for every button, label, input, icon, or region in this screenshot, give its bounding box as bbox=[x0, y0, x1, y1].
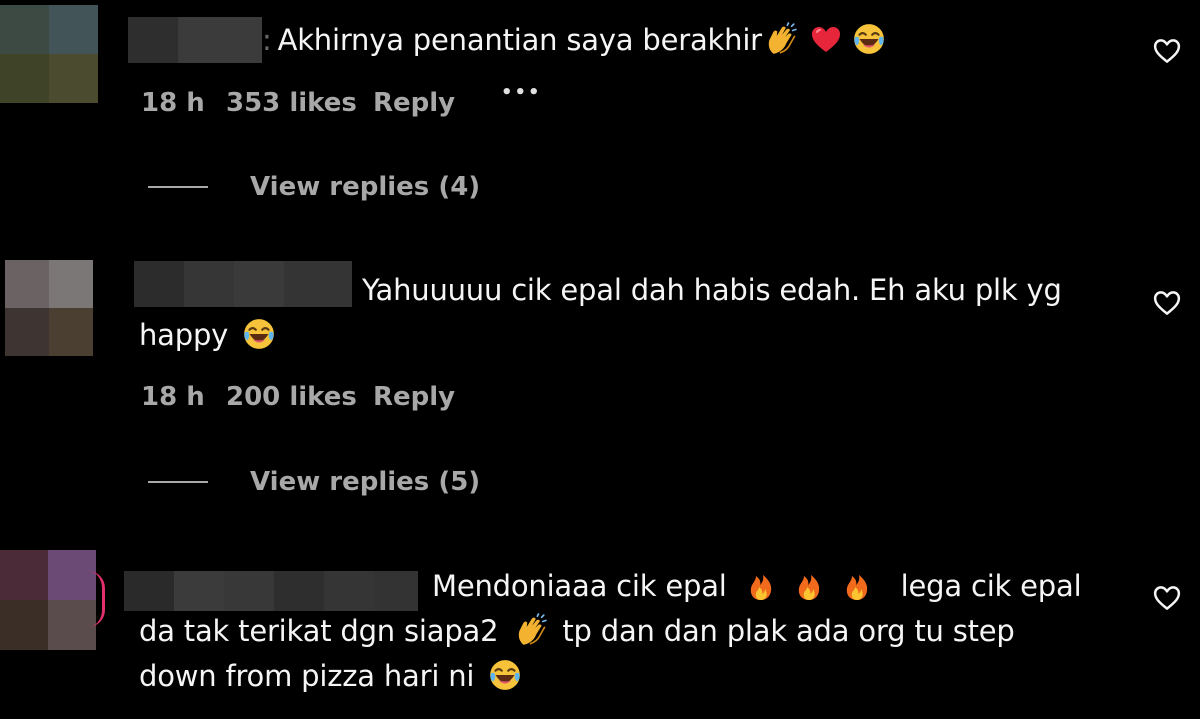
comment-text-line-1: Mendoniaaa cik epal lega cik epal bbox=[432, 569, 1082, 603]
comment-1: : Akhirnya penantian saya berakhir 18 h 3… bbox=[0, 0, 1200, 215]
view-replies-button[interactable]: View replies (4) bbox=[148, 172, 480, 202]
tears-of-joy-emoji-icon bbox=[488, 658, 522, 692]
avatar[interactable] bbox=[0, 550, 96, 650]
clapping-hands-emoji-icon bbox=[764, 22, 798, 56]
red-heart-emoji-icon bbox=[810, 24, 842, 56]
comment-meta: 18 h 353 likes Reply ••• bbox=[141, 82, 561, 118]
comment-3: Mendoniaaa cik epal lega cik epal da tak … bbox=[0, 545, 1200, 719]
comment-text-line-1: Yahuuuuu cik epal dah habis edah. Eh aku… bbox=[362, 273, 1062, 307]
fire-emoji-icon bbox=[841, 570, 873, 602]
clapping-hands-emoji-icon bbox=[514, 613, 548, 647]
fire-emoji-icon bbox=[745, 570, 777, 602]
timestamp: 18 h bbox=[141, 88, 205, 118]
comment-text-line-3: down from pizza hari ni bbox=[139, 654, 528, 699]
story-ring bbox=[88, 571, 105, 627]
comment-meta: 18 h 200 likes Reply bbox=[141, 382, 561, 412]
avatar[interactable] bbox=[5, 260, 93, 356]
likes-count[interactable]: 353 likes bbox=[226, 88, 357, 118]
comment-2: Yahuuuuu cik epal dah habis edah. Eh aku… bbox=[0, 250, 1200, 520]
comment-text-line-2: happy bbox=[139, 313, 282, 358]
username-redacted[interactable] bbox=[128, 17, 262, 63]
heart-outline-icon[interactable] bbox=[1152, 36, 1182, 66]
reply-button[interactable]: Reply bbox=[373, 88, 455, 118]
more-options-icon[interactable]: ••• bbox=[501, 82, 542, 103]
reply-button[interactable]: Reply bbox=[373, 382, 455, 412]
username-redacted[interactable] bbox=[124, 571, 418, 611]
heart-outline-icon[interactable] bbox=[1152, 288, 1182, 318]
timestamp: 18 h bbox=[141, 382, 205, 412]
tears-of-joy-emoji-icon bbox=[852, 22, 886, 56]
likes-count[interactable]: 200 likes bbox=[226, 382, 357, 412]
username-redacted[interactable] bbox=[134, 261, 352, 307]
avatar[interactable] bbox=[0, 5, 98, 103]
comment-text-line-2: da tak terikat dgn siapa2 tp dan dan plak… bbox=[139, 613, 1015, 648]
divider-line bbox=[148, 186, 208, 188]
tears-of-joy-emoji-icon bbox=[242, 317, 276, 351]
fire-emoji-icon bbox=[793, 570, 825, 602]
heart-outline-icon[interactable] bbox=[1152, 583, 1182, 613]
view-replies-label: View replies (4) bbox=[250, 172, 481, 202]
divider-line bbox=[148, 481, 208, 483]
view-replies-label: View replies (5) bbox=[250, 467, 481, 497]
view-replies-button[interactable]: View replies (5) bbox=[148, 467, 480, 497]
comment-text: : Akhirnya penantian saya berakhir bbox=[262, 18, 892, 63]
